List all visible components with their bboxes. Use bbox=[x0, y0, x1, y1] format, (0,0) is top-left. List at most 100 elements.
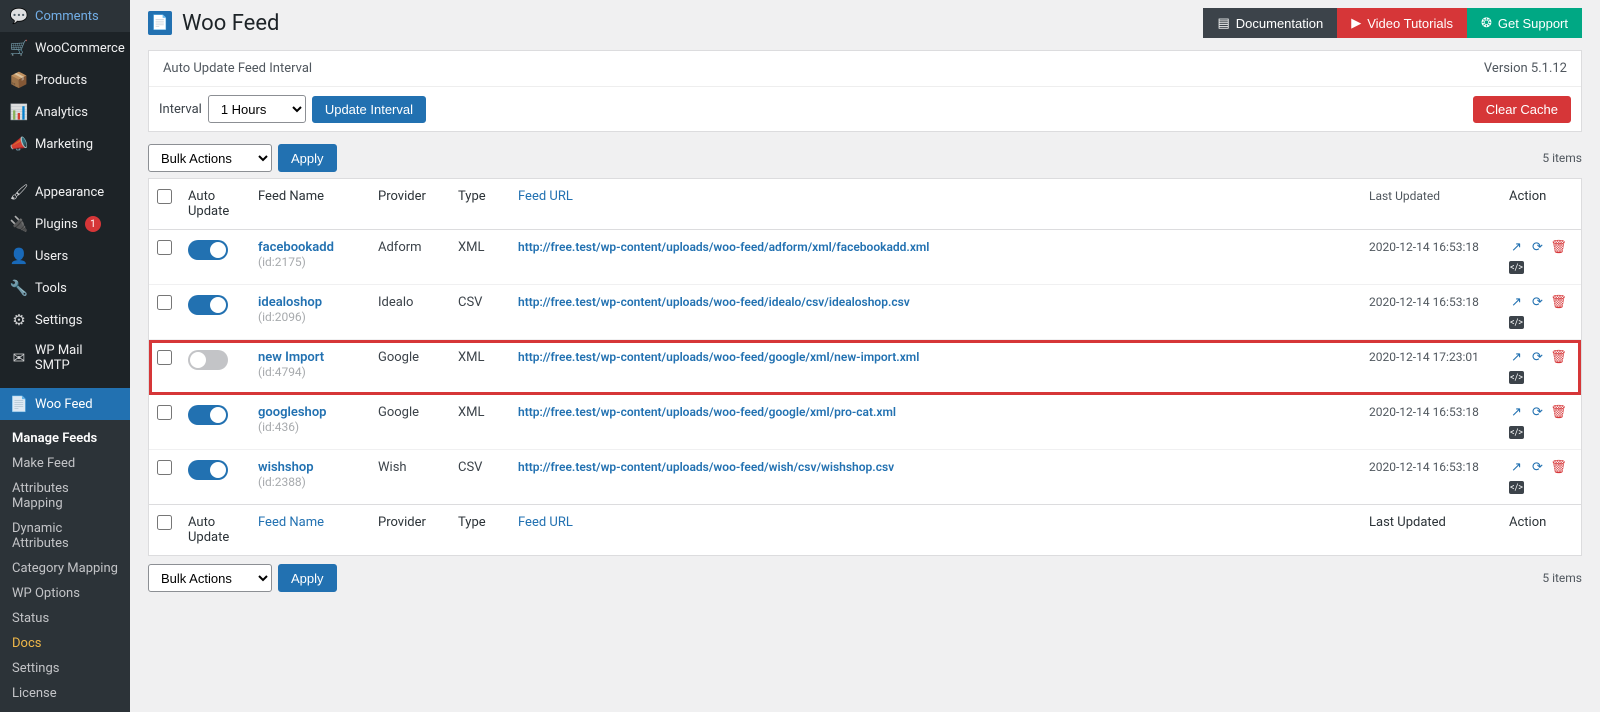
submenu-settings[interactable]: Settings bbox=[0, 656, 130, 681]
sidebar-item-comments[interactable]: 💬 Comments bbox=[0, 0, 130, 32]
column-last-updated[interactable]: Last Updated bbox=[1361, 179, 1501, 230]
submenu-wp-options[interactable]: WP Options bbox=[0, 581, 130, 606]
sidebar-item-tools[interactable]: 🔧Tools bbox=[0, 272, 130, 304]
column-provider-foot[interactable]: Provider bbox=[370, 505, 450, 556]
submenu-docs[interactable]: Docs bbox=[0, 631, 130, 656]
feed-name-link[interactable]: wishshop bbox=[258, 460, 314, 475]
items-count-top: 5 items bbox=[1542, 151, 1582, 165]
auto-update-toggle[interactable] bbox=[188, 350, 228, 370]
auto-update-toggle[interactable] bbox=[188, 460, 228, 480]
delete-icon[interactable]: 🗑 bbox=[1551, 405, 1566, 420]
auto-update-toggle[interactable] bbox=[188, 295, 228, 315]
feed-url-link[interactable]: http://free.test/wp-content/uploads/woo-… bbox=[518, 295, 910, 309]
refresh-icon[interactable]: ⟳ bbox=[1530, 350, 1545, 365]
version-text: Version 5.1.12 bbox=[1484, 61, 1567, 76]
delete-icon[interactable]: 🗑 bbox=[1551, 240, 1566, 255]
submenu-status[interactable]: Status bbox=[0, 606, 130, 631]
sidebar-item-woocommerce[interactable]: 🛒WooCommerce bbox=[0, 32, 130, 64]
code-icon[interactable]: </> bbox=[1509, 261, 1524, 274]
code-icon[interactable]: </> bbox=[1509, 316, 1524, 329]
last-updated-cell: 2020-12-14 17:23:01 bbox=[1361, 340, 1501, 395]
submenu-dynamic-attributes[interactable]: Dynamic Attributes bbox=[0, 516, 130, 556]
get-support-button[interactable]: ❂ Get Support bbox=[1467, 8, 1582, 38]
sidebar-item-plugins[interactable]: 🔌Plugins1 bbox=[0, 208, 130, 240]
clear-cache-button[interactable]: Clear Cache bbox=[1473, 96, 1571, 123]
video-tutorials-button[interactable]: ▶ Video Tutorials bbox=[1337, 8, 1467, 38]
comments-icon: 💬 bbox=[10, 7, 28, 25]
feed-id: (id:4794) bbox=[258, 365, 306, 379]
sidebar-item-label: Woo Feed bbox=[35, 397, 93, 412]
submenu-make-feed[interactable]: Make Feed bbox=[0, 451, 130, 476]
book-icon: ▤ bbox=[1217, 15, 1229, 31]
feed-name-link[interactable]: new Import bbox=[258, 350, 324, 365]
feed-name-link[interactable]: idealoshop bbox=[258, 295, 322, 310]
column-feed-url[interactable]: Feed URL bbox=[510, 179, 1361, 230]
feed-url-link[interactable]: http://free.test/wp-content/uploads/woo-… bbox=[518, 405, 896, 419]
sidebar-item-settings[interactable]: ⚙Settings bbox=[0, 304, 130, 336]
delete-icon[interactable]: 🗑 bbox=[1551, 350, 1566, 365]
sidebar-item-users[interactable]: 👤Users bbox=[0, 240, 130, 272]
open-icon[interactable]: ↗ bbox=[1509, 405, 1524, 420]
bulk-actions-select[interactable]: Bulk Actions bbox=[148, 144, 272, 172]
bulk-actions-select-bottom[interactable]: Bulk Actions bbox=[148, 564, 272, 592]
open-icon[interactable]: ↗ bbox=[1509, 295, 1524, 310]
submenu-manage-feeds[interactable]: Manage Feeds bbox=[0, 426, 130, 451]
column-feed-name[interactable]: Feed Name bbox=[250, 179, 370, 230]
submenu-category-mapping[interactable]: Category Mapping bbox=[0, 556, 130, 581]
interval-select[interactable]: 1 Hours bbox=[208, 95, 306, 123]
row-checkbox[interactable] bbox=[157, 350, 172, 365]
documentation-button[interactable]: ▤ Documentation bbox=[1203, 8, 1337, 38]
sidebar-item-wp-mail-smtp[interactable]: ✉WP Mail SMTP bbox=[0, 336, 130, 380]
delete-icon[interactable]: 🗑 bbox=[1551, 295, 1566, 310]
code-icon[interactable]: </> bbox=[1509, 426, 1524, 439]
code-icon[interactable]: </> bbox=[1509, 481, 1524, 494]
column-feed-name-foot[interactable]: Feed Name bbox=[250, 505, 370, 556]
sidebar-item-appearance[interactable]: 🖌Appearance bbox=[0, 176, 130, 208]
delete-icon[interactable]: 🗑 bbox=[1551, 460, 1566, 475]
apply-button-top[interactable]: Apply bbox=[278, 144, 337, 172]
open-icon[interactable]: ↗ bbox=[1509, 460, 1524, 475]
auto-update-toggle[interactable] bbox=[188, 240, 228, 260]
select-all-checkbox-top[interactable] bbox=[157, 189, 172, 204]
sidebar-item-label: Comments bbox=[35, 9, 99, 24]
provider-cell: Idealo bbox=[370, 285, 450, 340]
sidebar-item-woo-feed[interactable]: 📄Woo Feed bbox=[0, 388, 130, 420]
feed-url-link[interactable]: http://free.test/wp-content/uploads/woo-… bbox=[518, 350, 919, 364]
row-checkbox[interactable] bbox=[157, 240, 172, 255]
update-interval-button[interactable]: Update Interval bbox=[312, 96, 426, 123]
main-content: 📄 Woo Feed ▤ Documentation ▶ Video Tutor… bbox=[130, 0, 1600, 712]
open-icon[interactable]: ↗ bbox=[1509, 350, 1524, 365]
feed-name-link[interactable]: googleshop bbox=[258, 405, 327, 420]
row-checkbox[interactable] bbox=[157, 295, 172, 310]
code-icon[interactable]: </> bbox=[1509, 371, 1524, 384]
refresh-icon[interactable]: ⟳ bbox=[1530, 405, 1545, 420]
column-feed-url-foot[interactable]: Feed URL bbox=[510, 505, 1361, 556]
submenu-license[interactable]: License bbox=[0, 681, 130, 706]
sidebar-item-label: WooCommerce bbox=[35, 41, 125, 56]
apply-button-bottom[interactable]: Apply bbox=[278, 564, 337, 592]
refresh-icon[interactable]: ⟳ bbox=[1530, 295, 1545, 310]
refresh-icon[interactable]: ⟳ bbox=[1530, 240, 1545, 255]
column-provider[interactable]: Provider bbox=[370, 179, 450, 230]
row-checkbox[interactable] bbox=[157, 460, 172, 475]
feed-url-link[interactable]: http://free.test/wp-content/uploads/woo-… bbox=[518, 460, 894, 474]
sidebar-item-products[interactable]: 📦Products bbox=[0, 64, 130, 96]
column-type-foot[interactable]: Type bbox=[450, 505, 510, 556]
auto-update-toggle[interactable] bbox=[188, 405, 228, 425]
play-icon: ▶ bbox=[1351, 15, 1361, 31]
submenu-attributes-mapping[interactable]: Attributes Mapping bbox=[0, 476, 130, 516]
feed-name-link[interactable]: facebookadd bbox=[258, 240, 334, 255]
select-all-checkbox-bottom[interactable] bbox=[157, 515, 172, 530]
sidebar-item-marketing[interactable]: 📣Marketing bbox=[0, 128, 130, 160]
sidebar-item-label: Appearance bbox=[35, 185, 104, 200]
type-cell: XML bbox=[450, 395, 510, 450]
column-last-updated-foot[interactable]: Last Updated bbox=[1361, 505, 1501, 556]
row-checkbox[interactable] bbox=[157, 405, 172, 420]
sidebar-item-analytics[interactable]: 📊Analytics bbox=[0, 96, 130, 128]
open-icon[interactable]: ↗ bbox=[1509, 240, 1524, 255]
column-type[interactable]: Type bbox=[450, 179, 510, 230]
feed-url-link[interactable]: http://free.test/wp-content/uploads/woo-… bbox=[518, 240, 929, 254]
refresh-icon[interactable]: ⟳ bbox=[1530, 460, 1545, 475]
items-count-bottom: 5 items bbox=[1542, 571, 1582, 585]
admin-sidebar: 💬 Comments 🛒WooCommerce📦Products📊Analytics… bbox=[0, 0, 130, 712]
